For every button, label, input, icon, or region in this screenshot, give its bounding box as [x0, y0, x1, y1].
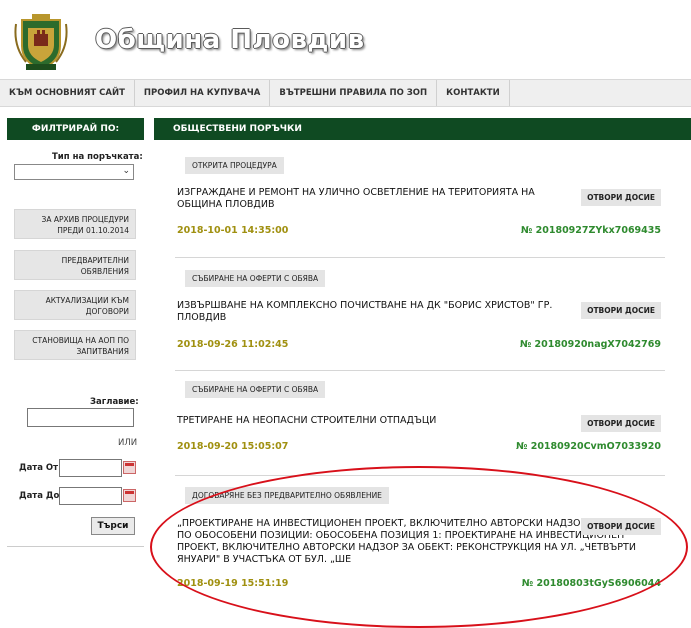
- date-to-input[interactable]: [59, 487, 122, 505]
- open-dossier-button[interactable]: ОТВОРИ ДОСИЕ: [581, 189, 661, 206]
- procurement-item: СЪБИРАНЕ НА ОФЕРТИ С ОБЯВА ТРЕТИРАНЕ НА …: [175, 381, 665, 471]
- calendar-icon[interactable]: [123, 461, 136, 474]
- site-title: Община Пловдив: [95, 25, 365, 55]
- publication-date: 2018-09-20 15:05:07: [177, 441, 289, 452]
- publication-date: 2018-09-26 11:02:45: [177, 339, 289, 350]
- nav-contacts[interactable]: КОНТАКТИ: [437, 80, 510, 106]
- procurement-title[interactable]: ИЗГРАЖДАНЕ И РЕМОНТ НА УЛИЧНО ОСВЕТЛЕНИЕ…: [177, 187, 577, 211]
- nav-internal-rules[interactable]: ВЪТРЕШНИ ПРАВИЛА ПО ЗОП: [270, 80, 438, 106]
- calendar-icon[interactable]: [123, 489, 136, 502]
- open-dossier-button[interactable]: ОТВОРИ ДОСИЕ: [581, 302, 661, 319]
- open-dossier-button[interactable]: ОТВОРИ ДОСИЕ: [581, 518, 661, 535]
- type-label: Тип на поръчката:: [52, 152, 143, 162]
- filter-title: ФИЛТРИРАЙ ПО:: [7, 118, 144, 140]
- aop-opinions-button[interactable]: СТАНОВИЩА НА АОП ПО ЗАПИТВАНИЯ: [14, 330, 136, 360]
- open-dossier-button[interactable]: ОТВОРИ ДОСИЕ: [581, 415, 661, 432]
- publication-date: 2018-10-01 14:35:00: [177, 225, 289, 236]
- procurements-title: ОБЩЕСТВЕНИ ПОРЪЧКИ: [154, 118, 691, 140]
- procedure-type-badge[interactable]: ОТКРИТА ПРОЦЕДУРА: [185, 157, 284, 174]
- procedure-type-badge[interactable]: ДОГОВАРЯНЕ БЕЗ ПРЕДВАРИТЕЛНО ОБЯВЛЕНИЕ: [185, 487, 389, 504]
- date-from-label: Дата От:: [19, 463, 62, 473]
- item-divider: [175, 475, 665, 476]
- sidebar-divider: [7, 546, 144, 547]
- nav-main-site[interactable]: КЪМ ОСНОВНИЯТ САЙТ: [0, 80, 135, 106]
- procurement-item: ДОГОВАРЯНЕ БЕЗ ПРЕДВАРИТЕЛНО ОБЯВЛЕНИЕ „…: [175, 487, 665, 597]
- filter-sidebar: ФИЛТРИРАЙ ПО:: [7, 118, 144, 140]
- archive-procedures-button[interactable]: ЗА АРХИВ ПРОЦЕДУРИ ПРЕДИ 01.10.2014: [14, 209, 136, 239]
- date-from-input[interactable]: [59, 459, 122, 477]
- type-select[interactable]: ⌄: [14, 164, 134, 180]
- date-to-label: Дата До:: [19, 491, 63, 501]
- top-navigation: КЪМ ОСНОВНИЯТ САЙТ ПРОФИЛ НА КУПУВАЧА ВЪ…: [0, 79, 691, 107]
- procedure-type-badge[interactable]: СЪБИРАНЕ НА ОФЕРТИ С ОБЯВА: [185, 270, 326, 287]
- procurement-number: № 20180927ZYkx7069435: [520, 225, 661, 236]
- item-divider: [175, 370, 665, 371]
- plovdiv-coat-of-arms-icon[interactable]: [12, 12, 70, 72]
- nav-buyer-profile[interactable]: ПРОФИЛ НА КУПУВАЧА: [135, 80, 271, 106]
- procurement-item: ОТКРИТА ПРОЦЕДУРА ИЗГРАЖДАНЕ И РЕМОНТ НА…: [175, 157, 665, 247]
- procurement-number: № 20180803tGyS6906044: [521, 578, 661, 589]
- title-input[interactable]: [27, 408, 134, 427]
- procurement-title[interactable]: ТРЕТИРАНЕ НА НЕОПАСНИ СТРОИТЕЛНИ ОТПАДЪЦ…: [177, 415, 577, 427]
- procedure-type-badge[interactable]: СЪБИРАНЕ НА ОФЕРТИ С ОБЯВА: [185, 381, 326, 398]
- item-divider: [175, 257, 665, 258]
- or-label: ИЛИ: [118, 438, 138, 448]
- procurement-title[interactable]: ИЗВЪРШВАНЕ НА КОМПЛЕКСНО ПОЧИСТВАНЕ НА Д…: [177, 300, 577, 324]
- title-label: Заглавие:: [90, 397, 139, 407]
- contract-updates-button[interactable]: АКТУАЛИЗАЦИИ КЪМ ДОГОВОРИ: [14, 290, 136, 320]
- site-header: Община Пловдив: [0, 0, 691, 78]
- prior-notices-button[interactable]: ПРЕДВАРИТЕЛНИ ОБЯВЛЕНИЯ: [14, 250, 136, 280]
- publication-date: 2018-09-19 15:51:19: [177, 578, 289, 589]
- procurement-item: СЪБИРАНЕ НА ОФЕРТИ С ОБЯВА ИЗВЪРШВАНЕ НА…: [175, 270, 665, 360]
- search-button[interactable]: Търси: [91, 517, 135, 535]
- chevron-down-icon: ⌄: [122, 166, 130, 176]
- procurement-number: № 20180920nagX7042769: [519, 339, 661, 350]
- procurement-number: № 20180920CvmO7033920: [515, 441, 661, 452]
- procurement-title[interactable]: „ПРОЕКТИРАНЕ НА ИНВЕСТИЦИОНЕН ПРОЕКТ, ВК…: [177, 518, 649, 566]
